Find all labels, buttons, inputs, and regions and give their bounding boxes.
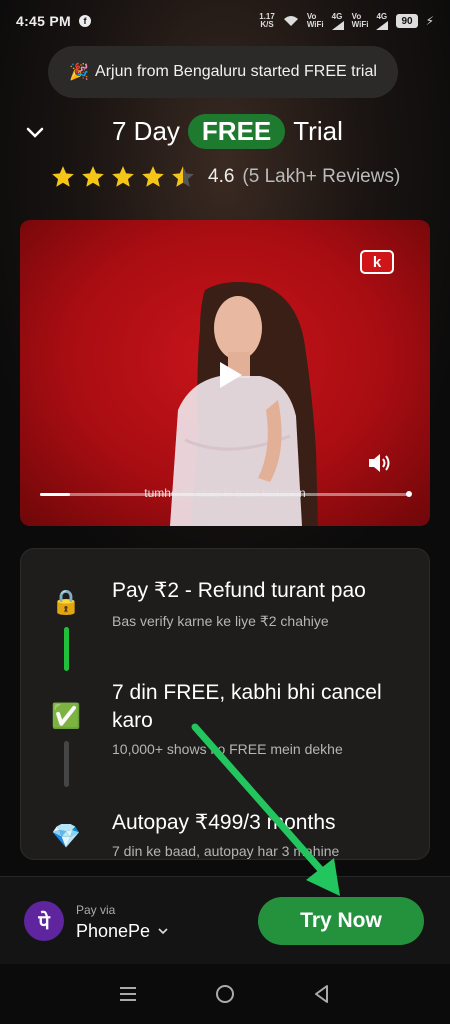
party-popper-icon: 🎉 — [69, 64, 90, 81]
try-now-button[interactable]: Try Now — [258, 897, 424, 945]
free-badge: FREE — [187, 114, 286, 149]
step-connector-active — [64, 627, 69, 671]
signal-icon — [331, 20, 344, 30]
step-2-title: 7 din FREE, kabhi bhi cancel karo — [112, 681, 382, 732]
video-progress-bar[interactable] — [40, 491, 412, 497]
status-bar: 4:45 PM f 1.17 K/S Vo WiFi 4G Vo WiFi 4G… — [0, 0, 450, 42]
title-suffix: Trial — [293, 116, 343, 146]
step-2-subtitle: 10,000+ shows ko FREE mein dekhe — [112, 741, 343, 757]
star-icon — [82, 166, 104, 187]
step-1-subtitle: Bas verify karne ke liye ₹2 chahiye — [112, 613, 329, 629]
diamond-icon: 💎 — [51, 822, 81, 850]
promo-video[interactable]: k tumhe ek raaz ki baat bataoon — [20, 220, 430, 526]
collapse-button[interactable] — [24, 122, 46, 144]
chevron-down-icon — [26, 127, 44, 138]
sim1-network-type: 4G — [331, 11, 343, 21]
sim1-signal: 4G — [331, 11, 344, 30]
half-star-icon — [172, 166, 194, 187]
trial-steps-card: 🔒 Pay ₹2 - Refund turant pao Bas verify … — [20, 548, 430, 860]
page-title: 7 Day FREE Trial — [112, 114, 343, 149]
trial-toast: 🎉 Arjun from Bengaluru started FREE tria… — [48, 46, 398, 98]
back-icon[interactable] — [310, 982, 334, 1006]
network-speed-unit: K/S — [260, 20, 274, 29]
payment-method-selector[interactable]: PhonePe — [76, 921, 168, 942]
signal-icon — [376, 20, 389, 30]
step-1-title: Pay ₹2 - Refund turant pao — [112, 579, 366, 602]
network-speed: 1.17 K/S — [259, 13, 275, 29]
rating-reviews: (5 Lakh+ Reviews) — [242, 166, 401, 187]
home-icon[interactable] — [213, 982, 237, 1006]
sim1-volte-bottom: WiFi — [306, 20, 324, 29]
pay-via-label: Pay via — [76, 903, 116, 917]
sim2-volte: Vo WiFi — [352, 13, 369, 29]
step-3-title: Autopay ₹499/3 months — [112, 811, 336, 834]
payment-method-name: PhonePe — [76, 921, 151, 941]
chevron-down-icon — [158, 928, 168, 935]
system-nav-bar — [0, 964, 450, 1024]
rating-row: 4.6 (5 Lakh+ Reviews) — [50, 164, 400, 190]
checkout-bar: पे Pay via PhonePe Try Now — [0, 876, 450, 964]
step-3-subtitle: 7 din ke baad, autopay har 3 mahine — [112, 843, 340, 859]
sim2-signal: 4G — [376, 11, 389, 30]
title-prefix: 7 Day — [112, 116, 180, 146]
battery-level: 90 — [396, 14, 418, 28]
video-progress-fill — [40, 493, 70, 496]
status-indicators: 1.17 K/S Vo WiFi 4G Vo WiFi 4G 90 ⚡ — [259, 11, 434, 30]
phonepe-logo: पे — [24, 901, 64, 941]
kuku-logo: k — [360, 250, 394, 274]
step-connector-inactive — [64, 741, 69, 787]
status-time: 4:45 PM — [16, 13, 72, 29]
lock-icon: 🔒 — [51, 588, 81, 616]
star-icon — [52, 166, 74, 187]
sim1-volte: Vo WiFi — [307, 13, 324, 29]
facebook-icon: f — [79, 15, 92, 27]
rating-value: 4.6 — [208, 166, 235, 187]
star-icon — [142, 166, 164, 187]
star-icon — [112, 166, 134, 187]
charging-icon: ⚡ — [425, 14, 434, 28]
wifi-icon — [283, 16, 298, 26]
check-box-icon: ✅ — [51, 702, 81, 730]
sim2-network-type: 4G — [376, 11, 388, 21]
video-progress-end — [406, 491, 412, 497]
volume-icon[interactable] — [366, 450, 392, 476]
play-icon[interactable] — [212, 358, 246, 392]
recent-apps-icon[interactable] — [116, 982, 140, 1006]
sim2-volte-bottom: WiFi — [351, 20, 369, 29]
toast-text: Arjun from Bengaluru started FREE trial — [95, 63, 377, 80]
